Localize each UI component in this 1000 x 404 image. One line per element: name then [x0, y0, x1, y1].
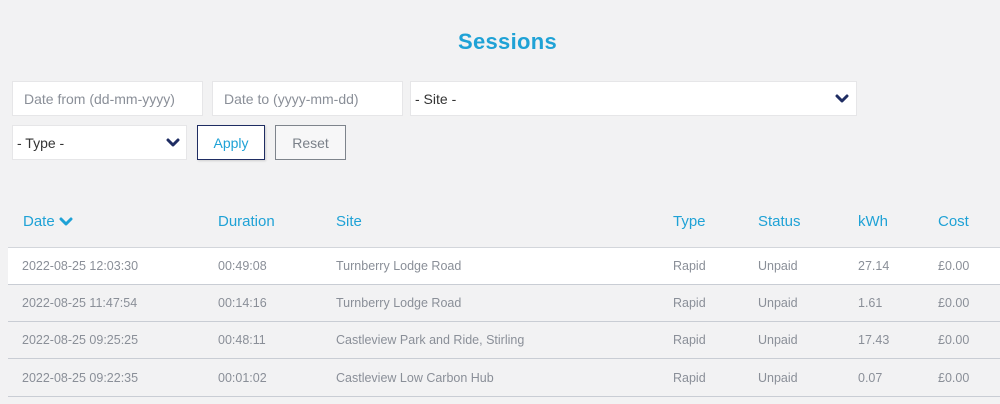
column-header-cost-label: Cost	[938, 213, 969, 230]
cell-date: 2022-08-25 09:25:25	[22, 333, 139, 347]
table-row[interactable]: 2022-08-25 11:47:54 00:14:16 Turnberry L…	[8, 285, 1000, 322]
cell-status: Unpaid	[758, 371, 798, 385]
table-row[interactable]: 2022-08-25 12:03:30 00:49:08 Turnberry L…	[8, 248, 1000, 285]
cell-duration: 00:49:08	[218, 259, 267, 273]
cell-site: Castleview Low Carbon Hub	[336, 371, 494, 385]
site-select-value: - Site -	[415, 90, 457, 107]
column-header-site[interactable]: Site	[336, 213, 362, 230]
cell-kwh: 1.61	[858, 296, 883, 310]
cell-cost: £0.00	[938, 333, 970, 347]
table-row[interactable]: 2022-08-25 09:25:25 00:48:11 Castleview …	[8, 322, 1000, 359]
cell-date: 2022-08-25 12:03:30	[22, 259, 139, 273]
column-header-type[interactable]: Type	[673, 213, 706, 230]
cell-type: Rapid	[673, 296, 706, 310]
date-from-input[interactable]: Date from (dd-mm-yyyy)	[12, 81, 203, 116]
column-header-date-label: Date	[23, 213, 55, 230]
column-header-kwh-label: kWh	[858, 213, 888, 230]
column-header-date[interactable]: Date	[23, 213, 73, 230]
page-title: Sessions	[457, 29, 557, 54]
cell-date: 2022-08-25 11:47:54	[22, 296, 138, 310]
cell-status: Unpaid	[758, 296, 798, 310]
cell-cost: £0.00	[938, 259, 970, 273]
date-to-input[interactable]: Date to (yyyy-mm-dd)	[212, 81, 403, 116]
chevron-down-icon	[835, 94, 849, 102]
cell-duration: 00:48:11	[218, 333, 266, 347]
apply-button[interactable]: Apply	[197, 125, 265, 160]
column-header-duration[interactable]: Duration	[218, 213, 275, 230]
chevron-down-icon	[166, 138, 180, 146]
cell-kwh: 17.43	[858, 333, 890, 347]
table-row[interactable]: 2022-08-25 09:22:35 00:01:02 Castleview …	[8, 360, 1000, 397]
column-header-kwh[interactable]: kWh	[858, 213, 888, 230]
cell-kwh: 0.07	[858, 371, 883, 385]
cell-cost: £0.00	[938, 296, 970, 310]
cell-type: Rapid	[673, 333, 706, 347]
column-header-status[interactable]: Status	[758, 213, 801, 230]
column-header-status-label: Status	[758, 213, 801, 230]
cell-cost: £0.00	[938, 371, 970, 385]
cell-site: Turnberry Lodge Road	[336, 296, 462, 310]
cell-kwh: 27.14	[858, 259, 890, 273]
cell-status: Unpaid	[758, 259, 798, 273]
column-header-type-label: Type	[673, 213, 706, 230]
column-header-site-label: Site	[336, 213, 362, 230]
site-select[interactable]: - Site -	[410, 81, 857, 116]
column-header-duration-label: Duration	[218, 213, 275, 230]
cell-type: Rapid	[673, 259, 706, 273]
cell-site: Turnberry Lodge Road	[336, 259, 462, 273]
cell-duration: 00:14:16	[218, 296, 267, 310]
cell-date: 2022-08-25 09:22:35	[22, 371, 139, 385]
cell-status: Unpaid	[758, 333, 798, 347]
column-header-cost[interactable]: Cost	[938, 213, 969, 230]
cell-duration: 00:01:02	[218, 371, 267, 385]
cell-site: Castleview Park and Ride, Stirling	[336, 333, 525, 347]
sort-descending-icon	[59, 217, 73, 225]
cell-type: Rapid	[673, 371, 706, 385]
reset-button[interactable]: Reset	[275, 125, 346, 160]
type-select[interactable]: - Type -	[12, 125, 187, 160]
type-select-value: - Type -	[17, 134, 65, 151]
